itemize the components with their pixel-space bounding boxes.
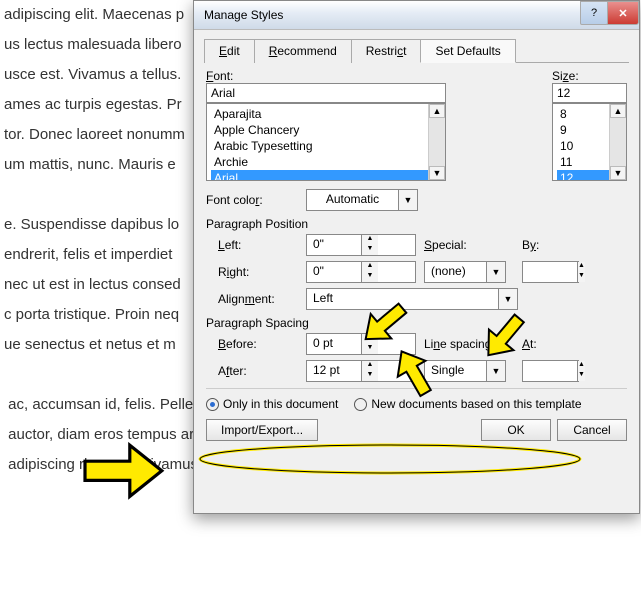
alignment-label: Alignment: [218,292,298,306]
list-item[interactable]: Arabic Typesetting [211,138,441,154]
titlebar: Manage Styles ? ✕ [194,1,639,30]
by-label: By: [522,238,582,252]
ok-button[interactable]: OK [481,419,551,441]
font-color-label: Font color: [206,193,306,207]
import-export-button[interactable]: Import/Export... [206,419,318,441]
radio-only-this-document[interactable]: Only in this document [206,397,338,411]
tabbar: Edit Recommend Restrict Set Defaults [204,38,629,63]
chevron-down-icon[interactable]: ▼ [398,190,417,210]
by-spinner[interactable]: ▲▼ [522,261,579,283]
radio-new-documents[interactable]: New documents based on this template [354,397,581,411]
before-label: Before: [218,337,298,351]
font-input[interactable] [206,83,446,103]
tab-edit[interactable]: Edit [204,39,255,63]
section-paragraph-spacing: Paragraph Spacing [206,316,627,330]
list-item[interactable]: Apple Chancery [211,122,441,138]
left-label: Left: [218,238,298,252]
right-spinner[interactable]: 0"▲▼ [306,261,416,283]
right-label: Right: [218,265,298,279]
left-spinner[interactable]: 0"▲▼ [306,234,416,256]
font-color-dropdown[interactable]: Automatic▼ [306,189,418,211]
special-dropdown[interactable]: (none)▼ [424,261,506,283]
before-spinner[interactable]: 0 pt▲▼ [306,333,416,355]
line-spacing-label: Line spacing: [424,337,514,351]
scrollbar[interactable]: ▲▼ [428,104,445,180]
tab-recommend[interactable]: Recommend [254,39,352,63]
panel-set-defaults: Font: Aparajita Apple Chancery Arabic Ty… [206,69,627,382]
after-label: After: [218,364,298,378]
size-label: Size: [552,69,627,83]
help-button[interactable]: ? [580,1,608,25]
dialog-title: Manage Styles [204,8,581,22]
line-spacing-dropdown[interactable]: Single▼ [424,360,506,382]
tab-restrict[interactable]: Restrict [351,39,422,63]
list-item[interactable]: Archie [211,154,441,170]
at-spinner[interactable]: ▲▼ [522,360,579,382]
scope-radios: Only in this document New documents base… [206,397,627,411]
after-spinner[interactable]: 12 pt▲▼ [306,360,416,382]
list-item[interactable]: Aparajita [211,106,441,122]
section-paragraph-position: Paragraph Position [206,217,627,231]
scrollbar[interactable]: ▲▼ [609,104,626,180]
tab-set-defaults[interactable]: Set Defaults [420,39,515,63]
close-button[interactable]: ✕ [607,1,639,25]
list-item[interactable]: Arial [211,170,441,181]
at-label: At: [522,337,582,351]
alignment-dropdown[interactable]: Left▼ [306,288,518,310]
special-label: Special: [424,238,514,252]
size-input[interactable] [552,83,627,103]
font-listbox[interactable]: Aparajita Apple Chancery Arabic Typesett… [206,103,446,181]
font-label: Font: [206,69,446,83]
cancel-button[interactable]: Cancel [557,419,627,441]
manage-styles-dialog: Manage Styles ? ✕ Edit Recommend Restric… [193,0,640,514]
size-listbox[interactable]: 8 9 10 11 12 ▲▼ [552,103,627,181]
